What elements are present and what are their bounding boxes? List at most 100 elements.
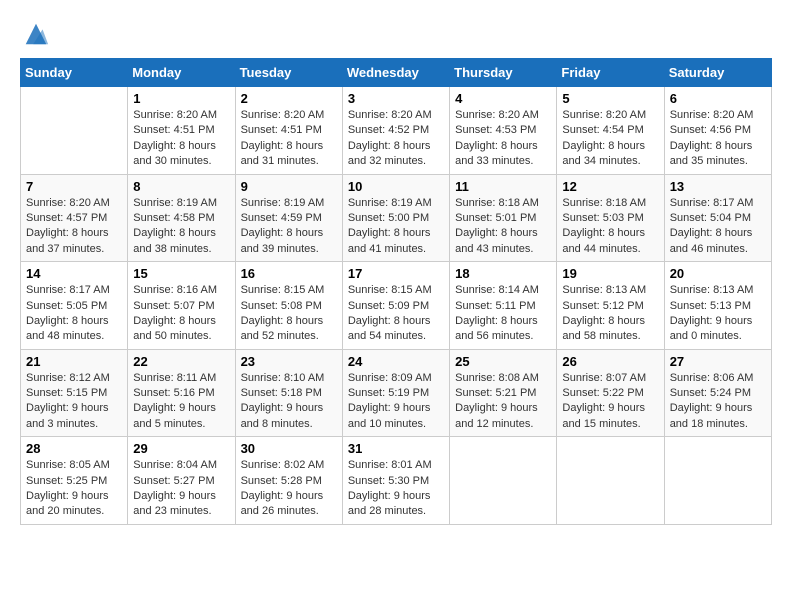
- week-row-4: 21 Sunrise: 8:12 AM Sunset: 5:15 PM Dayli…: [21, 349, 772, 437]
- day-info: Sunrise: 8:20 AM Sunset: 4:56 PM Dayligh…: [670, 108, 766, 170]
- col-header-thursday: Thursday: [450, 59, 557, 87]
- day-number: 5: [562, 91, 658, 106]
- calendar-cell: 8Sunrise: 8:19 AM Sunset: 4:58 PM Daylig…: [128, 174, 235, 262]
- page-header: [20, 20, 772, 48]
- day-number: 12: [562, 179, 658, 194]
- calendar-cell: 10 Sunrise: 8:19 AM Sunset: 5:00 PM Dayli…: [342, 174, 449, 262]
- calendar-cell: 29 Sunrise: 8:04 AM Sunset: 5:27 PM Dayli…: [128, 437, 235, 525]
- day-info: Sunrise: 8:07 AM Sunset: 5:22 PM Dayligh…: [562, 371, 658, 433]
- calendar-cell: 14 Sunrise: 8:17 AM Sunset: 5:05 PM Dayli…: [21, 262, 128, 350]
- day-number: 27: [670, 354, 766, 369]
- calendar-cell: 17Sunrise: 8:15 AM Sunset: 5:09 PM Dayli…: [342, 262, 449, 350]
- calendar-cell: 16 Sunrise: 8:15 AM Sunset: 5:08 PM Dayli…: [235, 262, 342, 350]
- calendar-cell: 2Sunrise: 8:20 AM Sunset: 4:51 PM Daylig…: [235, 87, 342, 175]
- day-number: 18: [455, 266, 551, 281]
- day-number: 7: [26, 179, 122, 194]
- calendar-cell: 23Sunrise: 8:10 AM Sunset: 5:18 PM Dayli…: [235, 349, 342, 437]
- day-info: Sunrise: 8:15 AM Sunset: 5:08 PM Dayligh…: [241, 283, 337, 345]
- col-header-monday: Monday: [128, 59, 235, 87]
- day-info: Sunrise: 8:13 AM Sunset: 5:12 PM Dayligh…: [562, 283, 658, 345]
- calendar-cell: 11Sunrise: 8:18 AM Sunset: 5:01 PM Dayli…: [450, 174, 557, 262]
- calendar-cell: 24 Sunrise: 8:09 AM Sunset: 5:19 PM Dayli…: [342, 349, 449, 437]
- day-info: Sunrise: 8:20 AM Sunset: 4:54 PM Dayligh…: [562, 108, 658, 170]
- day-number: 20: [670, 266, 766, 281]
- calendar-table: SundayMondayTuesdayWednesdayThursdayFrid…: [20, 58, 772, 525]
- day-number: 9: [241, 179, 337, 194]
- calendar-cell: 30Sunrise: 8:02 AM Sunset: 5:28 PM Dayli…: [235, 437, 342, 525]
- calendar-cell: 5 Sunrise: 8:20 AM Sunset: 4:54 PM Daylig…: [557, 87, 664, 175]
- day-number: 4: [455, 91, 551, 106]
- day-number: 8: [133, 179, 229, 194]
- calendar-cell: 18Sunrise: 8:14 AM Sunset: 5:11 PM Dayli…: [450, 262, 557, 350]
- day-number: 25: [455, 354, 551, 369]
- logo-icon: [22, 20, 50, 48]
- day-info: Sunrise: 8:12 AM Sunset: 5:15 PM Dayligh…: [26, 371, 122, 433]
- day-info: Sunrise: 8:05 AM Sunset: 5:25 PM Dayligh…: [26, 458, 122, 520]
- week-row-3: 14 Sunrise: 8:17 AM Sunset: 5:05 PM Dayli…: [21, 262, 772, 350]
- calendar-cell: 26 Sunrise: 8:07 AM Sunset: 5:22 PM Dayli…: [557, 349, 664, 437]
- calendar-cell: 20 Sunrise: 8:13 AM Sunset: 5:13 PM Dayli…: [664, 262, 771, 350]
- col-header-saturday: Saturday: [664, 59, 771, 87]
- day-number: 24: [348, 354, 444, 369]
- day-number: 14: [26, 266, 122, 281]
- calendar-cell: 6 Sunrise: 8:20 AM Sunset: 4:56 PM Daylig…: [664, 87, 771, 175]
- day-number: 3: [348, 91, 444, 106]
- calendar-cell: 31 Sunrise: 8:01 AM Sunset: 5:30 PM Dayli…: [342, 437, 449, 525]
- day-info: Sunrise: 8:20 AM Sunset: 4:53 PM Dayligh…: [455, 108, 551, 170]
- day-number: 15: [133, 266, 229, 281]
- day-info: Sunrise: 8:06 AM Sunset: 5:24 PM Dayligh…: [670, 371, 766, 433]
- day-number: 2: [241, 91, 337, 106]
- day-number: 22: [133, 354, 229, 369]
- calendar-cell: 25 Sunrise: 8:08 AM Sunset: 5:21 PM Dayli…: [450, 349, 557, 437]
- day-number: 29: [133, 441, 229, 456]
- day-info: Sunrise: 8:01 AM Sunset: 5:30 PM Dayligh…: [348, 458, 444, 520]
- calendar-cell: [664, 437, 771, 525]
- calendar-cell: 12 Sunrise: 8:18 AM Sunset: 5:03 PM Dayli…: [557, 174, 664, 262]
- day-info: Sunrise: 8:18 AM Sunset: 5:03 PM Dayligh…: [562, 196, 658, 258]
- calendar-cell: [450, 437, 557, 525]
- day-info: Sunrise: 8:20 AM Sunset: 4:51 PM Dayligh…: [133, 108, 229, 170]
- col-header-friday: Friday: [557, 59, 664, 87]
- calendar-cell: 4 Sunrise: 8:20 AM Sunset: 4:53 PM Daylig…: [450, 87, 557, 175]
- day-number: 16: [241, 266, 337, 281]
- day-number: 1: [133, 91, 229, 106]
- calendar-cell: 21 Sunrise: 8:12 AM Sunset: 5:15 PM Dayli…: [21, 349, 128, 437]
- calendar-cell: [557, 437, 664, 525]
- day-info: Sunrise: 8:15 AM Sunset: 5:09 PM Dayligh…: [348, 283, 444, 345]
- calendar-cell: 7 Sunrise: 8:20 AM Sunset: 4:57 PM Daylig…: [21, 174, 128, 262]
- day-info: Sunrise: 8:04 AM Sunset: 5:27 PM Dayligh…: [133, 458, 229, 520]
- calendar-cell: 22 Sunrise: 8:11 AM Sunset: 5:16 PM Dayli…: [128, 349, 235, 437]
- day-info: Sunrise: 8:11 AM Sunset: 5:16 PM Dayligh…: [133, 371, 229, 433]
- day-info: Sunrise: 8:20 AM Sunset: 4:57 PM Dayligh…: [26, 196, 122, 258]
- day-number: 10: [348, 179, 444, 194]
- day-info: Sunrise: 8:19 AM Sunset: 4:59 PM Dayligh…: [241, 196, 337, 258]
- calendar-cell: [21, 87, 128, 175]
- col-header-wednesday: Wednesday: [342, 59, 449, 87]
- day-number: 23: [241, 354, 337, 369]
- calendar-cell: 3 Sunrise: 8:20 AM Sunset: 4:52 PM Daylig…: [342, 87, 449, 175]
- day-number: 11: [455, 179, 551, 194]
- day-number: 30: [241, 441, 337, 456]
- day-info: Sunrise: 8:20 AM Sunset: 4:52 PM Dayligh…: [348, 108, 444, 170]
- day-number: 26: [562, 354, 658, 369]
- day-number: 28: [26, 441, 122, 456]
- logo: [20, 20, 50, 48]
- day-info: Sunrise: 8:17 AM Sunset: 5:05 PM Dayligh…: [26, 283, 122, 345]
- day-info: Sunrise: 8:16 AM Sunset: 5:07 PM Dayligh…: [133, 283, 229, 345]
- day-info: Sunrise: 8:19 AM Sunset: 5:00 PM Dayligh…: [348, 196, 444, 258]
- day-info: Sunrise: 8:09 AM Sunset: 5:19 PM Dayligh…: [348, 371, 444, 433]
- day-number: 19: [562, 266, 658, 281]
- calendar-cell: 19 Sunrise: 8:13 AM Sunset: 5:12 PM Dayli…: [557, 262, 664, 350]
- day-number: 31: [348, 441, 444, 456]
- day-number: 13: [670, 179, 766, 194]
- day-number: 21: [26, 354, 122, 369]
- calendar-cell: 28 Sunrise: 8:05 AM Sunset: 5:25 PM Dayli…: [21, 437, 128, 525]
- calendar-cell: 27 Sunrise: 8:06 AM Sunset: 5:24 PM Dayli…: [664, 349, 771, 437]
- day-info: Sunrise: 8:17 AM Sunset: 5:04 PM Dayligh…: [670, 196, 766, 258]
- day-number: 6: [670, 91, 766, 106]
- day-info: Sunrise: 8:13 AM Sunset: 5:13 PM Dayligh…: [670, 283, 766, 345]
- calendar-header-row: SundayMondayTuesdayWednesdayThursdayFrid…: [21, 59, 772, 87]
- calendar-cell: 15 Sunrise: 8:16 AM Sunset: 5:07 PM Dayli…: [128, 262, 235, 350]
- day-info: Sunrise: 8:08 AM Sunset: 5:21 PM Dayligh…: [455, 371, 551, 433]
- calendar-cell: 13 Sunrise: 8:17 AM Sunset: 5:04 PM Dayli…: [664, 174, 771, 262]
